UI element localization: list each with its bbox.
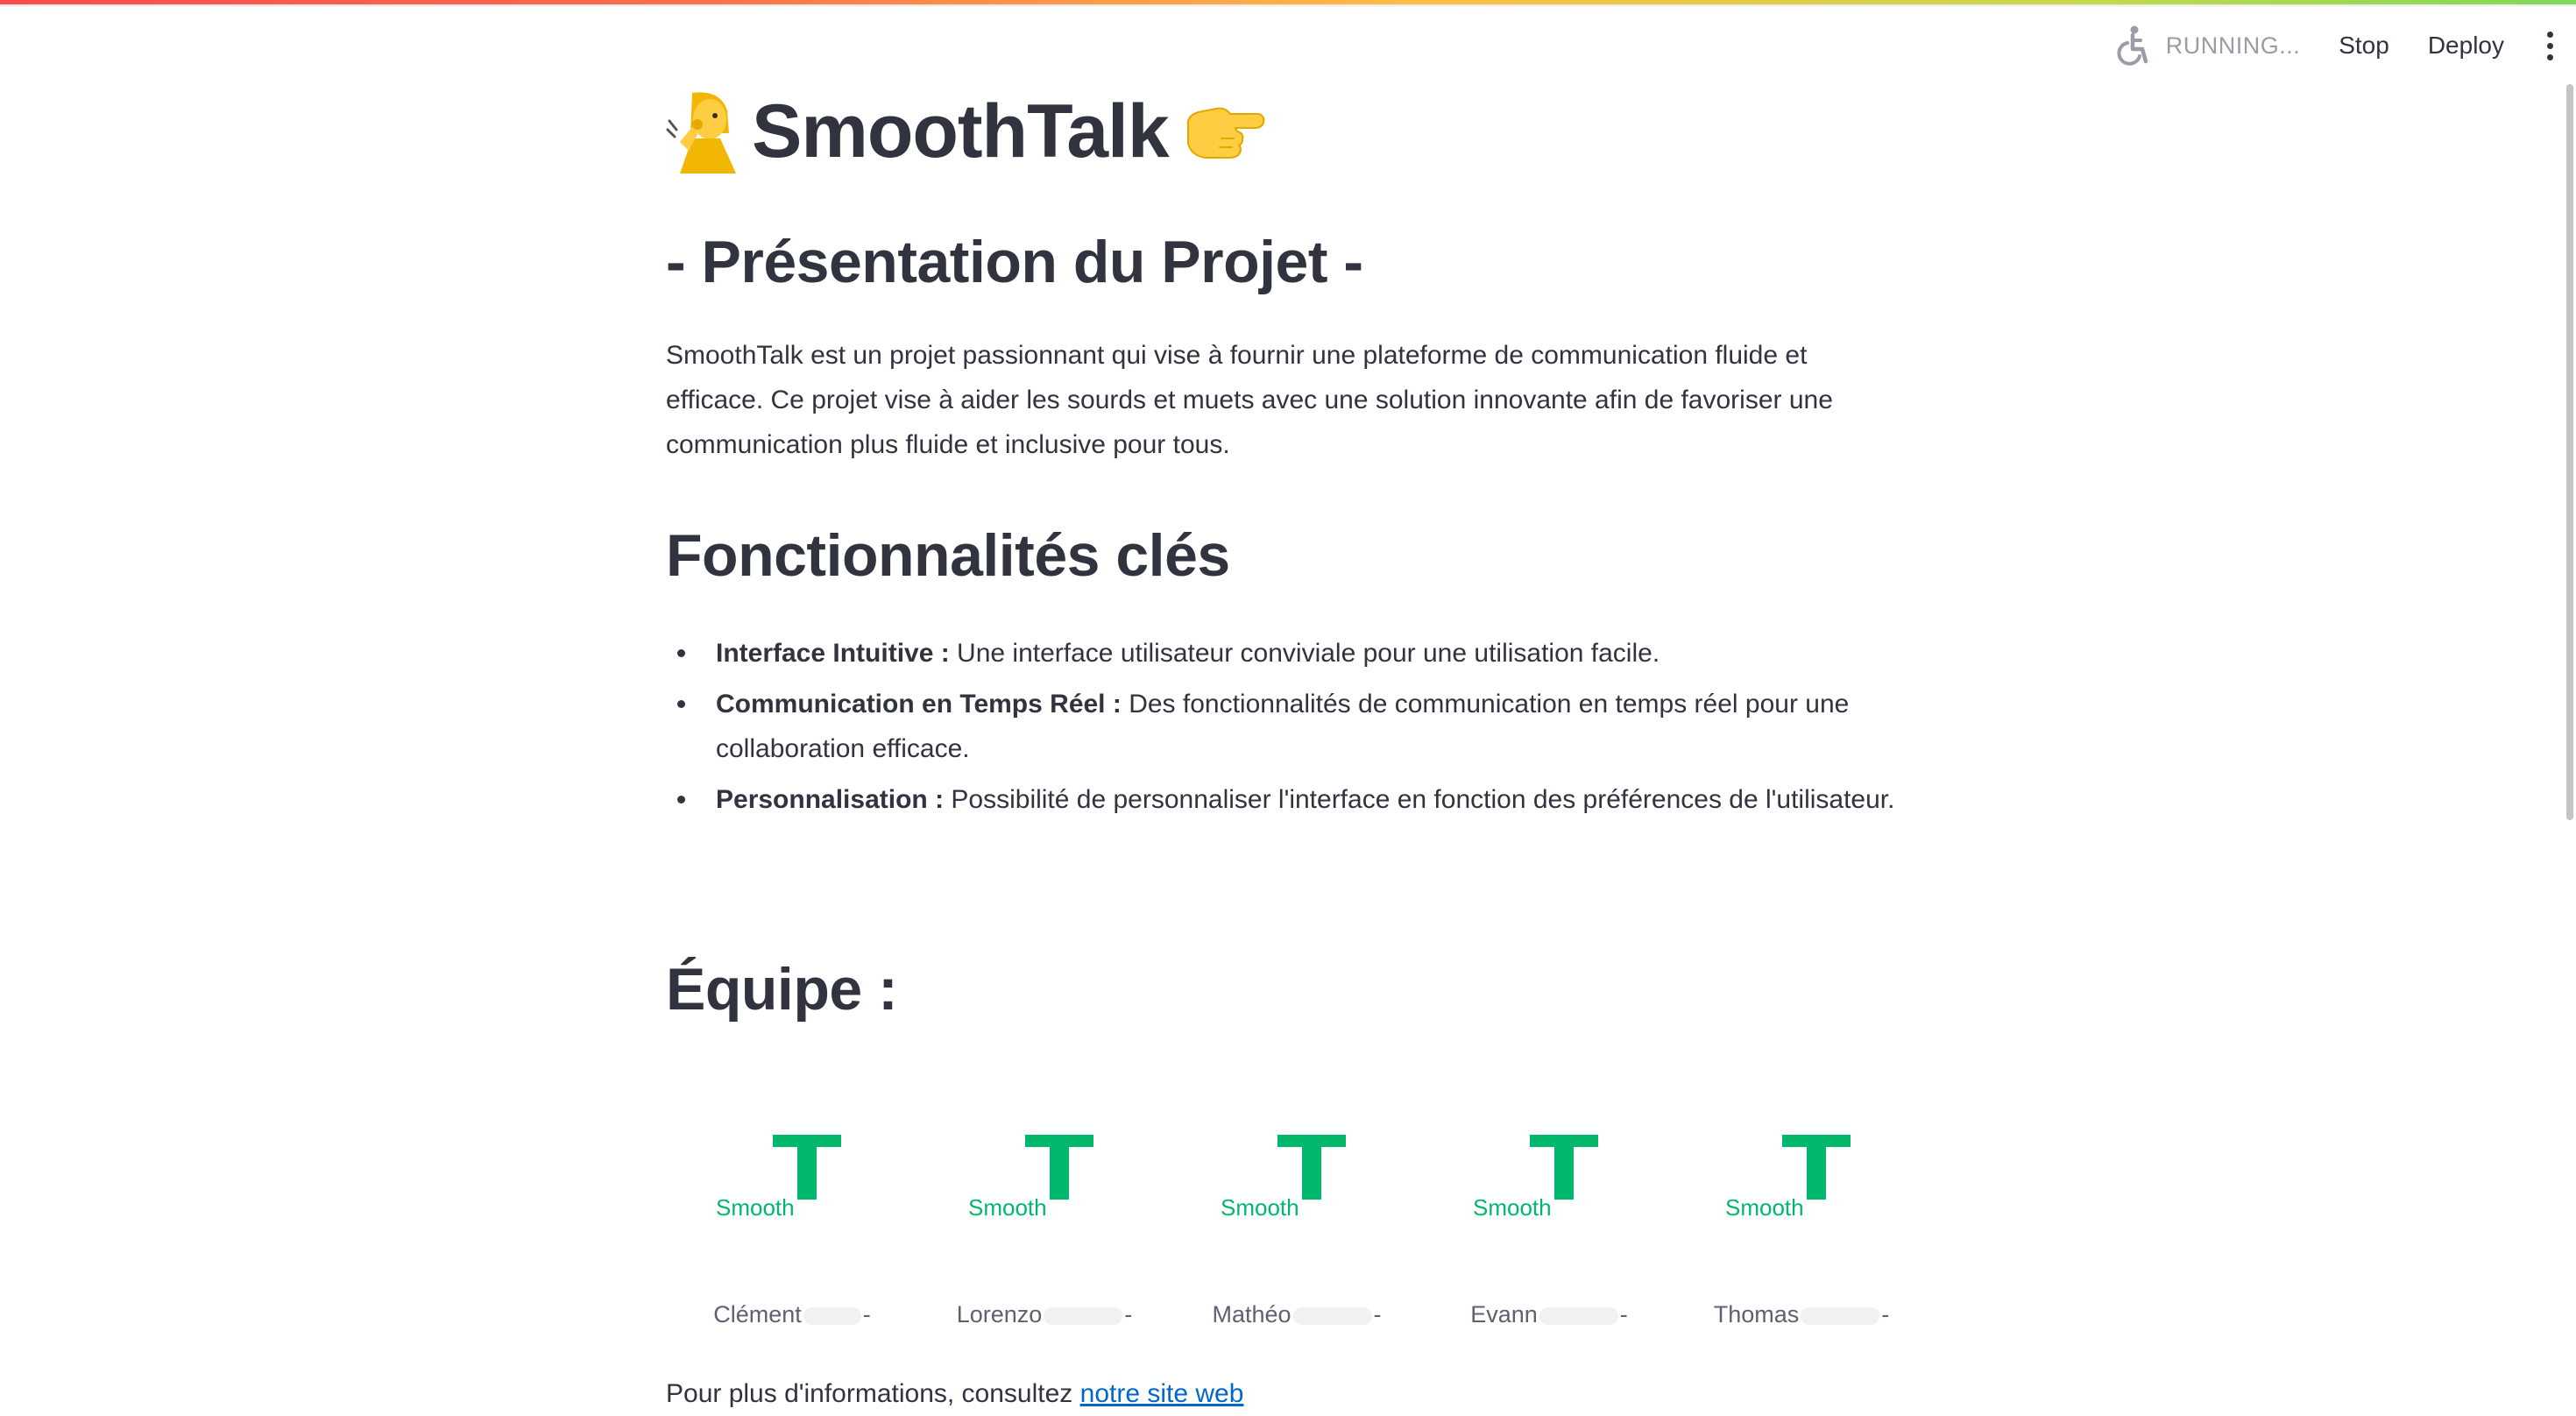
smoothtalk-logo: Smooth bbox=[918, 1126, 1171, 1231]
feature-item: Interface Intuitive : Une interface util… bbox=[666, 631, 1910, 676]
team-member: Smooth Mathéo - bbox=[1171, 1126, 1423, 1328]
member-name: Thomas - bbox=[1713, 1301, 1890, 1328]
smoothtalk-logo: Smooth bbox=[1171, 1126, 1423, 1231]
kebab-menu-icon bbox=[2546, 31, 2553, 60]
running-status: RUNNING... bbox=[2113, 25, 2301, 67]
feature-item: Communication en Temps Réel : Des foncti… bbox=[666, 682, 1910, 771]
feature-item: Personnalisation : Possibilité de person… bbox=[666, 777, 1910, 822]
website-link[interactable]: notre site web bbox=[1080, 1379, 1244, 1408]
feature-text: Possibilité de personnaliser l'interface… bbox=[944, 785, 1895, 814]
features-list: Interface Intuitive : Une interface util… bbox=[666, 631, 1910, 828]
more-info: Pour plus d'informations, consultez notr… bbox=[666, 1371, 1243, 1416]
logo-t-icon bbox=[1782, 1135, 1851, 1200]
presentation-text: SmoothTalk est un projet passionnant qui… bbox=[666, 341, 1833, 459]
header-shadow bbox=[0, 4, 2576, 8]
team-grid: Smooth Clément - Smooth Lorenzo - Smooth M… bbox=[666, 1126, 1910, 1354]
main-content: SmoothTalk - Présentation du Projet - Sm… bbox=[666, 79, 1910, 1409]
smoothtalk-logo: Smooth bbox=[1423, 1126, 1675, 1231]
team-member: Smooth Evann - bbox=[1423, 1126, 1675, 1328]
feature-title: Communication en Temps Réel : bbox=[716, 690, 1122, 719]
pointing-hand-emoji-icon bbox=[1186, 107, 1265, 159]
team-heading: Équipe : bbox=[666, 956, 898, 1023]
team-member: Smooth Thomas - bbox=[1675, 1126, 1928, 1328]
logo-word: Smooth bbox=[1221, 1194, 1299, 1221]
logo-t-icon bbox=[1025, 1135, 1093, 1200]
app-toolbar: RUNNING... Stop Deploy bbox=[2113, 19, 2576, 72]
logo-word: Smooth bbox=[716, 1194, 795, 1221]
feature-title: Interface Intuitive : bbox=[716, 639, 950, 668]
logo-word: Smooth bbox=[968, 1194, 1047, 1221]
main-menu-button[interactable] bbox=[2523, 31, 2576, 60]
features-heading: Fonctionnalités clés bbox=[666, 522, 1230, 589]
logo-t-icon bbox=[1530, 1135, 1598, 1200]
logo-word: Smooth bbox=[1725, 1194, 1804, 1221]
more-info-text: Pour plus d'informations, consultez bbox=[666, 1379, 1080, 1408]
page-scrollbar[interactable] bbox=[2564, 84, 2576, 829]
deaf-person-emoji-icon bbox=[666, 92, 736, 173]
feature-text: Une interface utilisateur conviviale pou… bbox=[949, 639, 1660, 668]
team-member: Smooth Lorenzo - bbox=[918, 1126, 1171, 1328]
scrollbar-thumb[interactable] bbox=[2566, 84, 2573, 820]
app-title: SmoothTalk bbox=[752, 88, 1170, 173]
logo-word: Smooth bbox=[1473, 1194, 1552, 1221]
member-name: Clément - bbox=[713, 1301, 871, 1328]
smoothtalk-logo: Smooth bbox=[666, 1126, 918, 1231]
deploy-button[interactable]: Deploy bbox=[2409, 25, 2523, 67]
stop-button[interactable]: Stop bbox=[2319, 25, 2409, 67]
member-name: Evann - bbox=[1470, 1301, 1628, 1328]
member-name: Lorenzo - bbox=[956, 1301, 1133, 1328]
smoothtalk-logo: Smooth bbox=[1675, 1126, 1928, 1231]
member-name: Mathéo - bbox=[1212, 1301, 1382, 1328]
running-person-icon bbox=[2117, 25, 2148, 66]
logo-t-icon bbox=[773, 1135, 841, 1200]
page-title: SmoothTalk bbox=[666, 79, 1910, 184]
logo-t-icon bbox=[1277, 1135, 1346, 1200]
team-member: Smooth Clément - bbox=[666, 1126, 918, 1328]
presentation-heading: - Présentation du Projet - bbox=[666, 229, 1363, 295]
feature-title: Personnalisation : bbox=[716, 785, 945, 814]
running-status-label: RUNNING... bbox=[2165, 32, 2301, 59]
